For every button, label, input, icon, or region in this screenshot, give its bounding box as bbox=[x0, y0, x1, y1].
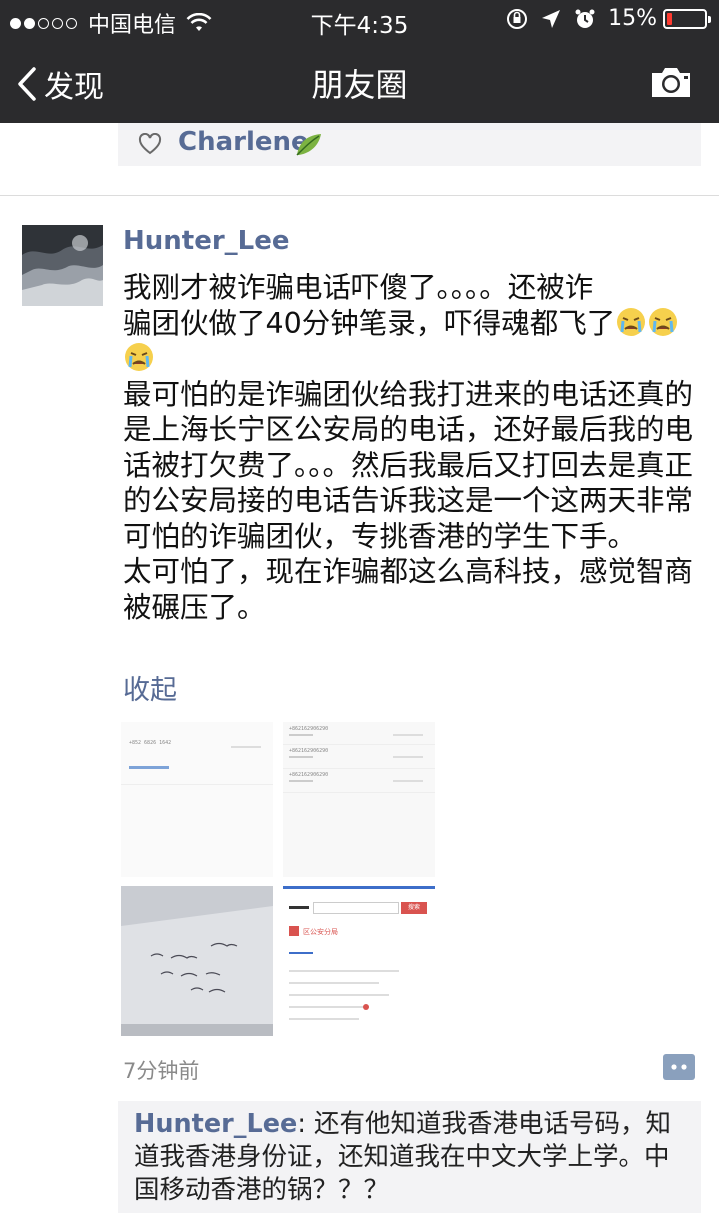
handwritten-note-image bbox=[121, 886, 273, 1036]
post-line-1: 我刚才被诈骗电话吓傻了。。。。还被诈 bbox=[123, 271, 594, 304]
post-photo-2[interactable]: +862162906290 +862162906290 +86216290629… bbox=[283, 722, 435, 877]
comment-action-icon[interactable] bbox=[662, 1053, 696, 1081]
post-paragraph-2: 最可怕的是诈骗团伙给我打进来的电话还真的是上海长宁区公安局的电话，还好最后我的电… bbox=[123, 377, 694, 553]
post-photo-1[interactable]: +852 6826 1642 bbox=[121, 722, 273, 877]
status-bar: 中国电信 下午4:35 15% bbox=[0, 0, 719, 40]
post-line-2: 骗团伙做了40分钟笔录，吓得魂都飞了 bbox=[123, 306, 616, 340]
orientation-lock-icon bbox=[507, 8, 528, 29]
like-name[interactable]: Charlene bbox=[178, 127, 309, 157]
post-author[interactable]: Hunter_Lee bbox=[123, 226, 290, 256]
post-paragraph-3: 太可怕了，现在诈骗都这么高科技，感觉智商被碾压了。 bbox=[123, 555, 694, 624]
photo-2-number-2: +862162906290 bbox=[289, 748, 329, 754]
post-photo-4[interactable]: 搜索 区公安分局 bbox=[283, 886, 435, 1036]
collapse-link[interactable]: 收起 bbox=[123, 668, 177, 707]
leaf-emoji-icon bbox=[296, 134, 321, 156]
battery-percent: 15% bbox=[608, 6, 657, 31]
post-divider bbox=[0, 195, 719, 196]
avatar[interactable] bbox=[22, 225, 103, 306]
photo-4-label: 区公安分局 bbox=[303, 928, 338, 936]
camera-icon[interactable] bbox=[649, 64, 693, 100]
post-photo-3[interactable] bbox=[121, 886, 273, 1036]
post-content: 我刚才被诈骗电话吓傻了。。。。还被诈 骗团伙做了40分钟笔录，吓得魂都飞了 最可怕… bbox=[123, 270, 703, 625]
location-arrow-icon bbox=[542, 9, 561, 28]
crying-face-icon bbox=[125, 343, 153, 371]
photo-1-number: +852 6826 1642 bbox=[129, 740, 172, 746]
avatar-image bbox=[22, 225, 103, 306]
navigation-bar: 发现 朋友圈 bbox=[0, 40, 719, 123]
crying-face-icon bbox=[649, 307, 678, 336]
photo-2-number-3: +862162906290 bbox=[289, 772, 329, 778]
post-paragraph-1: 我刚才被诈骗电话吓傻了。。。。还被诈 骗团伙做了40分钟笔录，吓得魂都飞了 bbox=[123, 270, 703, 377]
comment-section: Hunter_Lee: 还有他知道我香港电话号码，知道我香港身份证，还知道我在中… bbox=[118, 1101, 701, 1213]
comment-author[interactable]: Hunter_Lee bbox=[134, 1109, 297, 1139]
alarm-icon bbox=[575, 9, 595, 28]
battery-icon bbox=[663, 8, 711, 29]
photo-2-number-1: +862162906290 bbox=[289, 726, 329, 732]
comment: Hunter_Lee: 还有他知道我香港电话号码，知道我香港身份证，还知道我在中… bbox=[134, 1108, 694, 1207]
crying-face-icon bbox=[617, 307, 646, 336]
page-title: 朋友圈 bbox=[311, 66, 408, 104]
post-timestamp: 7分钟前 bbox=[123, 1059, 200, 1083]
likes-bar: Charlene bbox=[118, 123, 701, 166]
heart-outline-icon bbox=[138, 133, 162, 155]
photo-4-search-button: 搜索 bbox=[401, 902, 427, 914]
